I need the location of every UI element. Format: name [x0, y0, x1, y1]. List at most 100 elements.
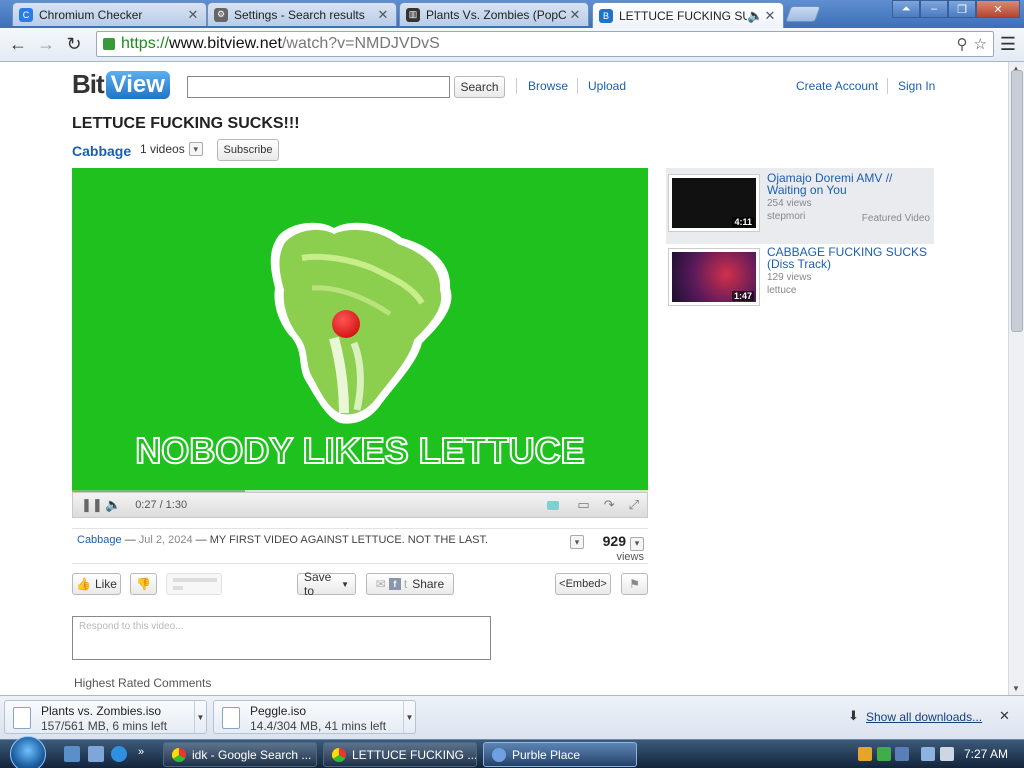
tray-app-icon[interactable]: [895, 747, 909, 761]
channel-link[interactable]: Cabbage: [72, 143, 131, 159]
taskbar-item-label: Purble Place: [512, 747, 581, 762]
download-item[interactable]: Peggle.iso 14.4/304 MB, 41 mins left ▼: [213, 700, 416, 734]
forward-button[interactable]: →: [32, 31, 60, 59]
related-video[interactable]: 1:47 CABBAGE FUCKING SUCKS (Diss Track) …: [666, 242, 934, 318]
show-all-downloads-link[interactable]: Show all downloads...: [866, 710, 982, 724]
logo-bit: Bit: [72, 69, 105, 99]
sign-in-link[interactable]: Sign In: [898, 79, 935, 93]
stats-icon[interactable]: ▾: [630, 536, 644, 551]
share-button[interactable]: ✉ f t Share: [366, 573, 454, 595]
popout-icon[interactable]: ▭: [577, 497, 589, 513]
tab-close-icon[interactable]: ✕: [568, 7, 582, 23]
tab-chromium-checker[interactable]: C Chromium Checker ✕: [12, 2, 207, 26]
volume-muted-icon[interactable]: [940, 747, 954, 761]
chevron-down-icon: ▼: [341, 579, 349, 589]
tab-title: Settings - Search results: [234, 7, 365, 22]
channel-video-count: 1 videos ▾: [140, 142, 203, 156]
scroll-down-arrow[interactable]: ▼: [1012, 684, 1020, 693]
expand-icon[interactable]: ▾: [188, 142, 203, 156]
video-thumbnail[interactable]: 1:47: [668, 248, 760, 306]
search-button[interactable]: Search: [454, 76, 505, 98]
like-button[interactable]: 👍 Like: [72, 573, 121, 595]
tab-close-icon[interactable]: ✕: [763, 8, 777, 24]
minimize-button[interactable]: –: [920, 0, 948, 18]
show-desktop-icon[interactable]: [64, 746, 80, 762]
tab-plants-vs-zombies[interactable]: ▥ Plants Vs. Zombies (PopC ✕: [399, 2, 589, 26]
start-button[interactable]: [10, 736, 46, 768]
video-player[interactable]: NOBODY LIKES LETTUCE: [72, 168, 648, 492]
captions-icon[interactable]: [547, 500, 560, 510]
shield-icon[interactable]: [858, 747, 872, 761]
embed-button[interactable]: <Embed>: [555, 573, 611, 595]
related-video-author[interactable]: lettuce: [767, 285, 932, 296]
maximize-button[interactable]: ❐: [948, 0, 976, 18]
close-shelf-icon[interactable]: ✕: [999, 708, 1010, 724]
tab-close-icon[interactable]: ✕: [186, 7, 200, 23]
volume-icon[interactable]: 🔈: [105, 497, 121, 513]
comment-placeholder: Respond to this video...: [79, 621, 184, 632]
download-menu-chevron-icon[interactable]: ▼: [194, 701, 206, 733]
description-author[interactable]: Cabbage: [77, 534, 122, 546]
thumbs-down-icon: 👎: [136, 577, 151, 591]
divider: [577, 78, 578, 94]
tab-settings[interactable]: ⚙ Settings - Search results ✕: [207, 2, 397, 26]
user-icon[interactable]: ⏶: [892, 0, 920, 18]
search-input[interactable]: [187, 76, 450, 98]
create-account-link[interactable]: Create Account: [796, 79, 878, 93]
file-icon: [222, 707, 240, 729]
windows-taskbar: » idk - Google Search ... LETTUCE FUCKIN…: [0, 736, 1024, 768]
dislike-button[interactable]: 👎: [130, 573, 157, 595]
page-scrollbar[interactable]: ▲ ▼: [1008, 62, 1024, 695]
taskbar-item[interactable]: Purble Place: [483, 742, 637, 767]
download-item[interactable]: Plants vs. Zombies.iso 157/561 MB, 6 min…: [4, 700, 207, 734]
more-quicklaunch-icon[interactable]: »: [138, 746, 150, 762]
download-filename: Peggle.iso: [250, 704, 307, 718]
facebook-icon: f: [388, 578, 401, 590]
close-window-button[interactable]: ✕: [976, 0, 1020, 18]
upload-link[interactable]: Upload: [588, 79, 626, 93]
switch-windows-icon[interactable]: [88, 746, 104, 762]
tab-lettuce-video[interactable]: B LETTUCE FUCKING SUC 🔈 ✕: [592, 2, 784, 28]
wrench-menu-icon[interactable]: ☰: [1000, 34, 1016, 55]
related-video[interactable]: 4:11 Ojamajo Doremi AMV // Waiting on Yo…: [666, 168, 934, 244]
subscribe-button[interactable]: Subscribe: [217, 139, 279, 161]
internet-explorer-icon[interactable]: [111, 746, 127, 762]
view-count: 929 ▾ views: [603, 533, 644, 563]
time-total: 1:30: [165, 499, 188, 511]
related-video-views: 254 views: [767, 198, 812, 209]
new-tab-button[interactable]: [785, 6, 821, 22]
related-video-title[interactable]: Ojamajo Doremi AMV // Waiting on You: [767, 172, 932, 196]
lock-icon: [103, 38, 115, 50]
tab-title: LETTUCE FUCKING SUC: [619, 8, 747, 23]
taskbar-item[interactable]: idk - Google Search ...: [163, 742, 317, 767]
reload-button[interactable]: ↻: [60, 31, 88, 59]
tab-close-icon[interactable]: ✕: [376, 7, 390, 23]
comment-input[interactable]: Respond to this video...: [72, 616, 491, 660]
security-icon[interactable]: [877, 747, 891, 761]
back-button[interactable]: ←: [4, 31, 32, 59]
share-arrow-icon[interactable]: ↷: [604, 497, 615, 513]
related-video-title[interactable]: CABBAGE FUCKING SUCKS (Diss Track): [767, 246, 932, 270]
views-label: views: [616, 550, 644, 563]
network-icon[interactable]: [921, 747, 935, 761]
video-thumbnail[interactable]: 4:11: [668, 174, 760, 232]
taskbar-item[interactable]: LETTUCE FUCKING ...: [323, 742, 477, 767]
address-bar[interactable]: https:// www.bitview.net /watch?v=NMDJVD…: [96, 31, 994, 57]
download-status: 157/561 MB, 6 mins left: [41, 719, 168, 733]
browse-link[interactable]: Browse: [528, 79, 568, 93]
archive-icon: ▥: [406, 7, 420, 22]
download-menu-chevron-icon[interactable]: ▼: [403, 701, 415, 733]
flag-button[interactable]: ⚑: [621, 573, 648, 595]
pause-icon[interactable]: ❚❚: [81, 497, 103, 513]
fullscreen-icon[interactable]: ⤢: [629, 497, 639, 513]
web-page: Bit View Search Browse Upload Create Acc…: [0, 62, 1008, 695]
bookmark-star-icon[interactable]: ☆: [974, 35, 987, 53]
save-to-button[interactable]: Save to ▼: [297, 570, 356, 598]
system-clock[interactable]: 7:27 AM: [964, 747, 1008, 761]
expand-description-icon[interactable]: ▾: [570, 535, 584, 549]
scrollbar-thumb[interactable]: [1011, 70, 1023, 332]
description-text: MY FIRST VIDEO AGAINST LETTUCE. NOT THE …: [209, 534, 489, 546]
url-host: www.bitview.net: [169, 35, 282, 52]
zoom-icon[interactable]: ⚲: [957, 35, 968, 53]
bitview-logo[interactable]: Bit View: [72, 69, 170, 100]
